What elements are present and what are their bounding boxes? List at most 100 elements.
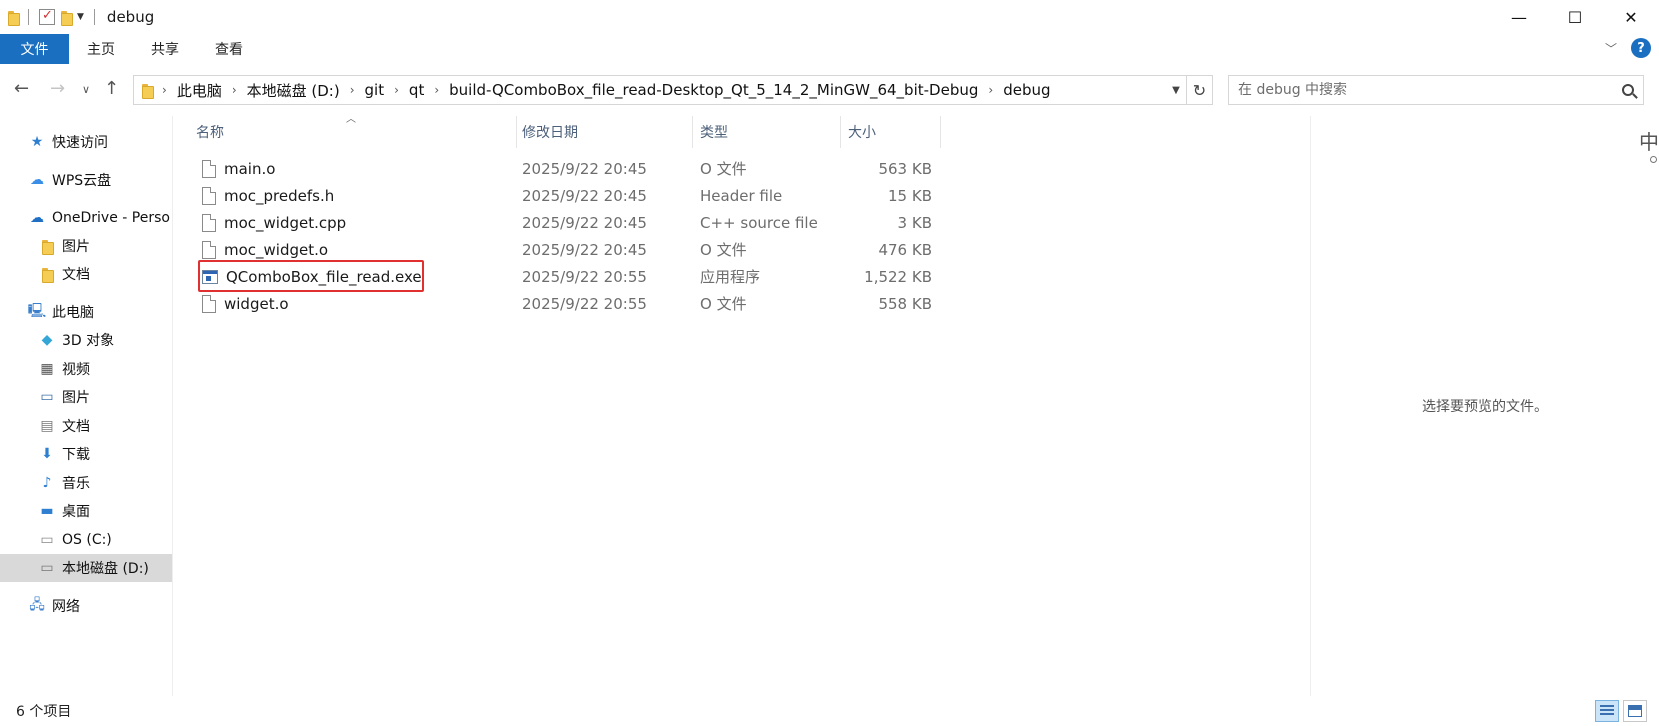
network-icon: 🖧 (29, 597, 45, 613)
nav-this-pc[interactable]: 🖳 此电脑 (28, 298, 94, 326)
file-type: C++ source file (700, 213, 818, 232)
nav-downloads[interactable]: ⬇ 下载 (38, 440, 90, 468)
details-view-button[interactable] (1595, 700, 1619, 722)
quick-access-toolbar: ▼ (0, 8, 99, 26)
file-size: 558 KB (878, 294, 932, 313)
breadcrumb-separator[interactable]: › (394, 83, 399, 97)
tab-share[interactable]: 共享 (133, 34, 197, 64)
breadcrumb-separator[interactable]: › (350, 83, 355, 97)
navigation-pane: ★ 快速访问 ☁ WPS云盘 ☁ OneDrive - Perso 图片 文档 … (0, 116, 172, 696)
column-header-modified[interactable]: 修改日期 (522, 116, 692, 148)
breadcrumb-debug[interactable]: debug (1003, 81, 1050, 99)
large-icons-view-button[interactable] (1623, 700, 1647, 722)
file-modified: 2025/9/22 20:45 (522, 186, 647, 205)
customize-toolbar-dropdown-icon[interactable]: ▼ (77, 12, 84, 22)
breadcrumb-git[interactable]: git (365, 81, 385, 99)
file-type: O 文件 (700, 241, 747, 259)
breadcrumb-drive-d[interactable]: 本地磁盘 (D:) (247, 80, 340, 101)
star-icon: ★ (30, 134, 44, 150)
nav-label: 文档 (62, 267, 90, 283)
close-button[interactable]: ✕ (1603, 0, 1659, 34)
nav-onedrive-pictures[interactable]: 图片 (38, 232, 90, 260)
breadcrumb-qt[interactable]: qt (409, 81, 424, 99)
ime-status-icon (1650, 156, 1657, 163)
breadcrumb-build-folder[interactable]: build-QComboBox_file_read-Desktop_Qt_5_1… (449, 81, 978, 99)
nav-drive-c[interactable]: ▭ OS (C:) (38, 526, 111, 554)
up-arrow-icon[interactable]: ↑ (104, 78, 119, 99)
refresh-icon[interactable]: ↻ (1186, 76, 1212, 104)
nav-pictures[interactable]: ▭ 图片 (38, 383, 90, 411)
nav-wps-cloud[interactable]: ☁ WPS云盘 (28, 166, 111, 194)
address-dropdown-icon[interactable]: ▼ (1166, 85, 1186, 96)
column-divider[interactable] (692, 116, 693, 148)
computer-icon: 🖳 (27, 303, 47, 319)
maximize-button[interactable]: ☐ (1547, 0, 1603, 34)
file-modified: 2025/9/22 20:55 (522, 267, 647, 286)
file-name-cell: moc_predefs.h (202, 182, 334, 209)
back-arrow-icon[interactable]: ← (14, 78, 29, 99)
file-row[interactable]: widget.o 2025/9/22 20:55 O 文件 558 KB (192, 290, 942, 317)
expand-ribbon-icon[interactable]: ﹀ (1605, 40, 1617, 57)
file-modified: 2025/9/22 20:55 (522, 294, 647, 313)
help-icon[interactable]: ? (1631, 38, 1651, 58)
tab-file[interactable]: 文件 (0, 34, 69, 64)
column-divider[interactable] (940, 116, 941, 148)
file-name: moc_widget.cpp (224, 213, 347, 232)
search-icon[interactable] (1613, 84, 1643, 96)
nav-documents[interactable]: ▤ 文档 (38, 412, 90, 440)
tab-view[interactable]: 查看 (197, 34, 261, 64)
nav-onedrive[interactable]: ☁ OneDrive - Perso (28, 204, 170, 232)
breadcrumb-separator[interactable]: › (434, 83, 439, 97)
new-folder-icon[interactable] (61, 10, 73, 26)
file-name-cell: widget.o (202, 290, 289, 317)
nav-label: WPS云盘 (52, 173, 112, 189)
folder-icon (142, 83, 154, 99)
breadcrumb-this-pc[interactable]: 此电脑 (177, 80, 222, 101)
ribbon-tabs: 文件 主页 共享 查看 ﹀ ? (0, 34, 1659, 64)
nav-drive-d[interactable]: ▭ 本地磁盘 (D:) (0, 554, 172, 582)
minimize-button[interactable]: — (1491, 0, 1547, 34)
search-input[interactable] (1238, 82, 1613, 98)
nav-label: 快速访问 (52, 135, 108, 151)
item-count: 6 个项目 (16, 704, 72, 720)
ribbon-right-controls: ﹀ ? (1605, 38, 1651, 58)
column-divider[interactable] (516, 116, 517, 148)
nav-label: 音乐 (62, 476, 90, 492)
pane-divider[interactable] (172, 116, 173, 696)
column-header-type[interactable]: 类型 (700, 116, 840, 148)
file-name: moc_predefs.h (224, 186, 335, 205)
file-row[interactable]: main.o 2025/9/22 20:45 O 文件 563 KB (192, 155, 942, 182)
file-name: widget.o (224, 294, 289, 313)
tab-home[interactable]: 主页 (69, 34, 133, 64)
toolbar-divider (93, 9, 95, 25)
column-header-name[interactable]: 名称 (196, 116, 516, 148)
cloud-icon: ☁ (30, 172, 44, 188)
breadcrumb-separator[interactable]: › (232, 83, 237, 97)
file-modified: 2025/9/22 20:45 (522, 240, 647, 259)
breadcrumb-separator[interactable]: › (988, 83, 993, 97)
nav-quick-access[interactable]: ★ 快速访问 (28, 128, 108, 156)
file-size: 563 KB (878, 159, 932, 178)
breadcrumb-separator[interactable]: › (162, 83, 167, 97)
properties-icon[interactable] (39, 8, 55, 25)
nav-3d-objects[interactable]: ◆ 3D 对象 (38, 326, 115, 354)
file-size: 15 KB (888, 186, 932, 205)
file-row[interactable]: moc_predefs.h 2025/9/22 20:45 Header fil… (192, 182, 942, 209)
file-modified: 2025/9/22 20:45 (522, 159, 647, 178)
file-row[interactable]: moc_widget.cpp 2025/9/22 20:45 C++ sourc… (192, 209, 942, 236)
nav-network[interactable]: 🖧 网络 (28, 592, 80, 620)
nav-onedrive-documents[interactable]: 文档 (38, 260, 90, 288)
file-row[interactable]: moc_widget.o 2025/9/22 20:45 O 文件 476 KB (192, 236, 942, 263)
details-view-icon (1600, 705, 1614, 717)
nav-videos[interactable]: ▦ 视频 (38, 355, 90, 383)
nav-label: 文档 (62, 419, 90, 435)
nav-desktop[interactable]: ▬ 桌面 (38, 497, 90, 525)
column-header-size[interactable]: 大小 (848, 116, 938, 148)
recent-locations-chevron-icon[interactable]: ∨ (82, 83, 90, 96)
documents-icon: ▤ (40, 418, 54, 434)
nav-music[interactable]: ♪ 音乐 (38, 469, 90, 497)
column-divider[interactable] (840, 116, 841, 148)
forward-arrow-icon[interactable]: → (50, 78, 65, 99)
nav-label: 图片 (62, 390, 90, 406)
address-bar[interactable]: › 此电脑 › 本地磁盘 (D:) › git › qt › build-QCo… (133, 75, 1213, 105)
